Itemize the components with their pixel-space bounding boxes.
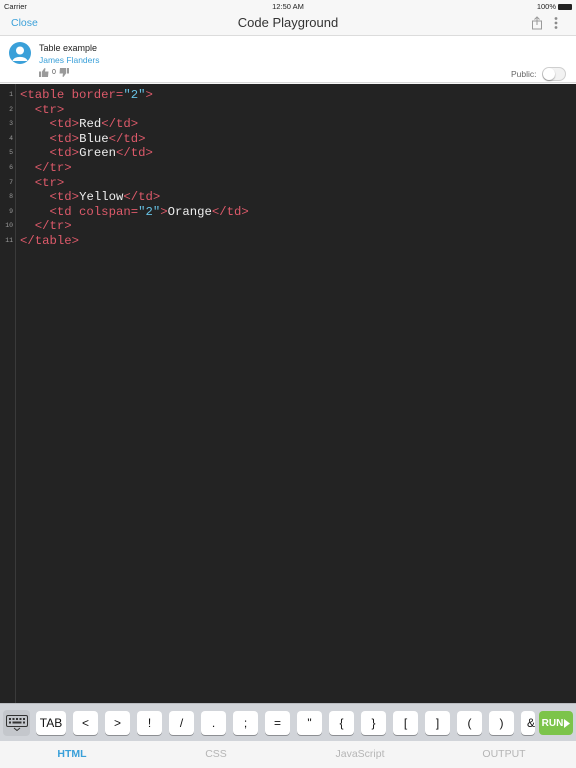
line-number: 7 — [9, 178, 13, 186]
code-line[interactable]: <table border="2"> — [20, 88, 249, 103]
run-label: RUN — [541, 717, 564, 729]
line-number: 10 — [5, 222, 13, 230]
keyboard-accessory-bar: RUN TAB < >! /.; = " {} [] () & — [0, 703, 576, 741]
code-line[interactable]: <td>Yellow</td> — [20, 190, 249, 205]
symbol-key[interactable]: . — [201, 711, 226, 735]
run-button[interactable]: RUN — [539, 711, 573, 735]
code-line[interactable]: <tr> — [20, 103, 249, 118]
code-line[interactable]: </tr> — [20, 219, 249, 234]
tab-output[interactable]: OUTPUT — [432, 741, 576, 768]
line-number: 4 — [9, 134, 13, 142]
line-number: 1 — [9, 91, 13, 98]
line-number: 6 — [9, 164, 13, 171]
vote-controls: 0 — [39, 68, 69, 77]
thumbs-up-icon[interactable] — [39, 68, 49, 77]
toggle-knob — [543, 68, 555, 80]
public-label: Public: — [511, 69, 537, 79]
keyboard-toggle-button[interactable] — [3, 710, 30, 736]
symbol-key[interactable]: = — [265, 711, 290, 735]
symbol-key[interactable]: [ — [393, 711, 418, 735]
status-bar: Carrier 12:50 AM 100% — [0, 0, 576, 11]
line-number: 9 — [9, 207, 13, 215]
status-time: 12:50 AM — [272, 2, 304, 11]
author-link[interactable]: James Flanders — [39, 55, 99, 65]
symbol-key[interactable]: ) — [489, 711, 514, 735]
battery-icon — [558, 3, 572, 10]
code-line[interactable]: <td>Red</td> — [20, 117, 249, 132]
battery-percent: 100% — [536, 2, 556, 11]
line-number: 11 — [5, 237, 13, 244]
symbol-key[interactable]: { — [329, 711, 354, 735]
tab-javascript[interactable]: JavaScript — [288, 741, 432, 768]
editor-tabs: HTML CSS JavaScript OUTPUT — [0, 741, 576, 768]
symbol-key[interactable]: < — [73, 711, 98, 735]
code-line[interactable]: <td colspan="2">Orange</td> — [20, 205, 249, 220]
code-line[interactable]: </table> — [20, 234, 249, 249]
code-line[interactable]: <td>Green</td> — [20, 146, 249, 161]
vote-count: 0 — [52, 69, 56, 76]
symbol-key[interactable]: " — [297, 711, 322, 735]
line-number: 2 — [9, 105, 13, 113]
code-content[interactable]: <table border="2"> <tr> <td>Red</td> <td… — [20, 88, 249, 249]
tab-css[interactable]: CSS — [144, 741, 288, 768]
line-number: 3 — [9, 120, 13, 128]
code-line[interactable]: </tr> — [20, 161, 249, 176]
navigation-bar: Close Code Playground — [0, 11, 576, 36]
code-line[interactable]: <tr> — [20, 176, 249, 191]
symbol-key[interactable]: ; — [233, 711, 258, 735]
project-info: Table example James Flanders 0 Public: — [0, 36, 576, 83]
code-editor[interactable]: 1 2 3 4 5 6 7 8 9 10 11 <table border="2"> <tr> <t… — [0, 84, 576, 703]
symbol-key[interactable]: ] — [425, 711, 450, 735]
symbol-key[interactable]: } — [361, 711, 386, 735]
public-toggle[interactable] — [542, 67, 566, 81]
symbol-key[interactable]: ! — [137, 711, 162, 735]
line-number: 5 — [9, 149, 13, 157]
tab-html[interactable]: HTML — [0, 741, 144, 768]
project-title: Table example — [39, 43, 98, 53]
thumbs-down-icon[interactable] — [59, 68, 69, 77]
avatar[interactable] — [9, 42, 31, 64]
share-icon[interactable] — [530, 16, 544, 30]
more-options-icon[interactable] — [551, 15, 561, 31]
keyboard-icon — [5, 715, 28, 731]
line-number-gutter: 1 2 3 4 5 6 7 8 9 10 11 — [0, 84, 16, 703]
symbol-key[interactable]: / — [169, 711, 194, 735]
symbol-key[interactable]: & — [521, 711, 535, 735]
play-icon — [564, 718, 571, 728]
battery-indicator: 100% — [537, 2, 572, 11]
tab-key[interactable]: TAB — [36, 711, 66, 735]
user-icon — [12, 46, 28, 61]
symbol-key[interactable]: > — [105, 711, 130, 735]
symbol-key[interactable]: ( — [457, 711, 482, 735]
page-title: Code Playground — [237, 15, 339, 30]
line-number: 8 — [9, 193, 13, 201]
code-line[interactable]: <td>Blue</td> — [20, 132, 249, 147]
